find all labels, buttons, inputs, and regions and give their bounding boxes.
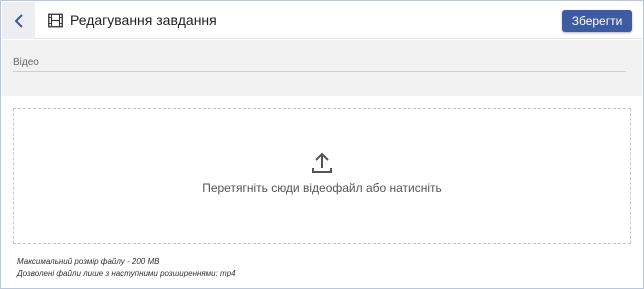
video-field-underline [13,71,626,72]
allowed-extensions-note: Дозволені файли лише з наступними розшир… [17,269,236,278]
editor-window: Редагування завдання Зберегти Відео Пере… [0,0,644,289]
max-size-note: Максимальний розмір файлу - 200 MB [17,257,160,266]
back-button[interactable] [2,2,35,39]
video-field: Відео [2,40,642,96]
chevron-left-icon [14,13,23,28]
video-field-label: Відео [13,57,39,68]
page-title: Редагування завдання [70,12,217,28]
page-header: Редагування завдання Зберегти [2,2,642,39]
video-dropzone[interactable]: Перетягніть сюди відеофайл або натисніть [13,108,631,244]
film-icon [48,13,63,28]
dropzone-text: Перетягніть сюди відеофайл або натисніть [202,181,442,195]
upload-icon [312,152,332,173]
save-button[interactable]: Зберегти [562,10,632,32]
